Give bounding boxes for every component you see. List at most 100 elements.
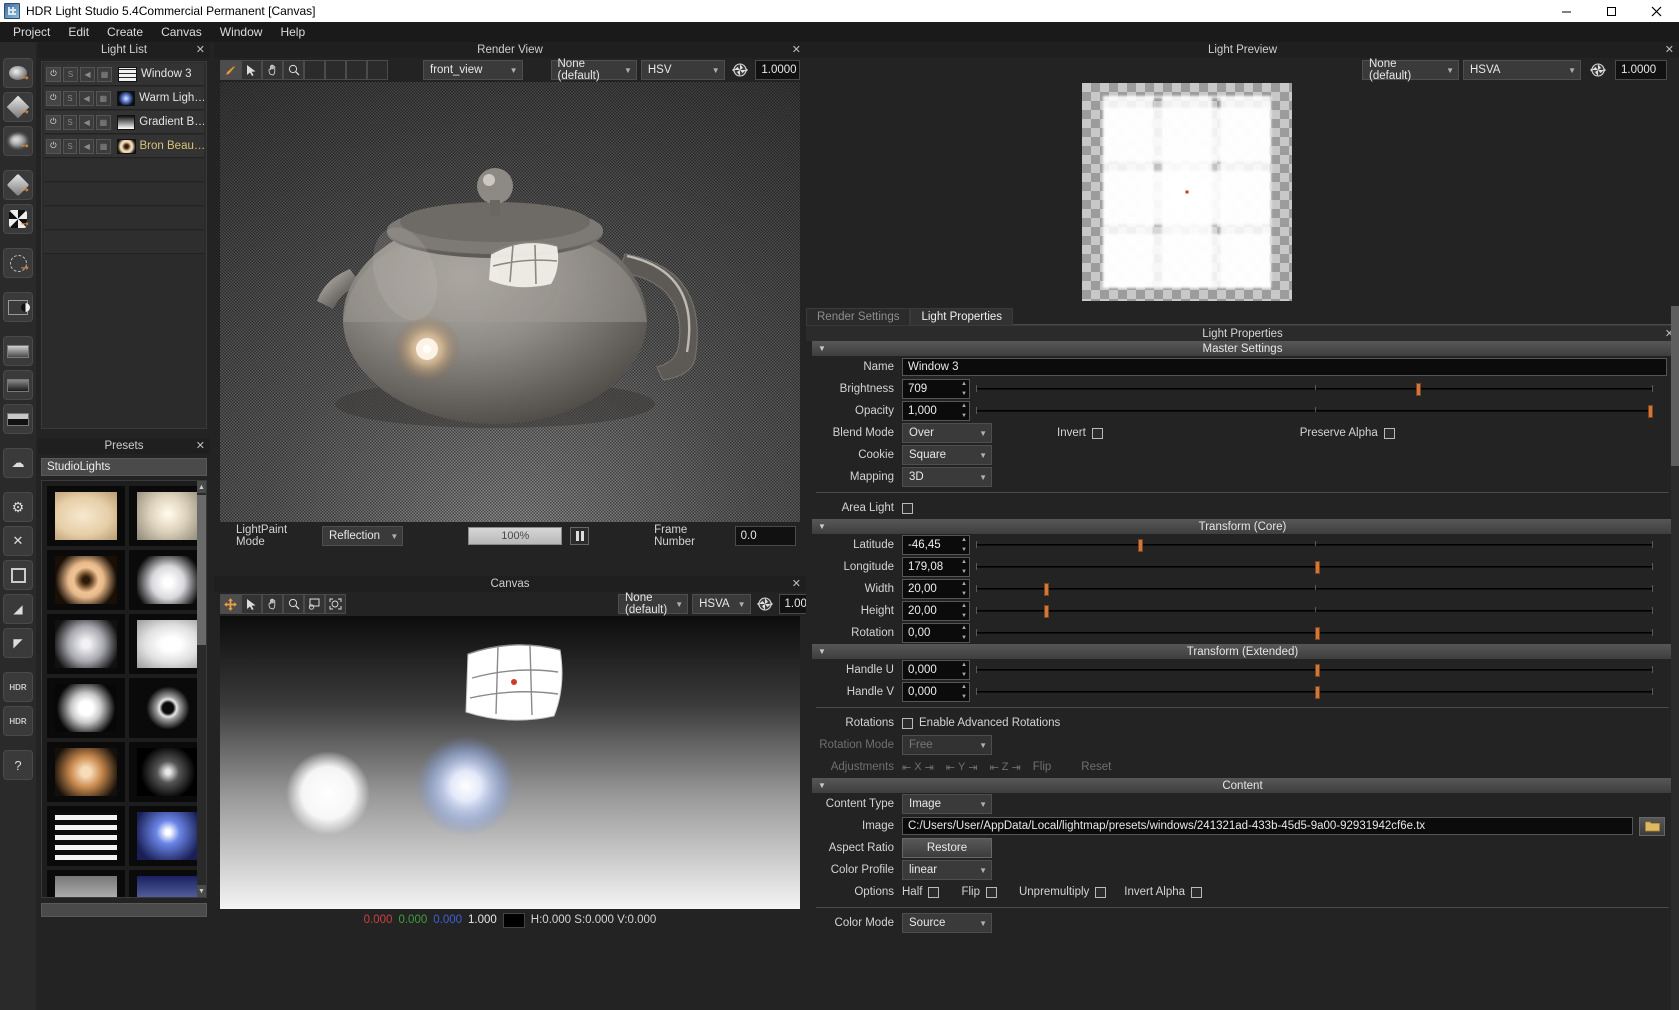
- longitude-slider[interactable]: [976, 557, 1653, 577]
- horizon-tool[interactable]: [3, 404, 33, 434]
- stepper-arrows-icon[interactable]: ▲ ▼: [961, 684, 967, 700]
- list-item[interactable]: ⏻ S ◀ ▦ Bron Beau…: [44, 135, 204, 158]
- properties-scrollbar[interactable]: [1671, 306, 1679, 1010]
- preset-item[interactable]: [129, 678, 206, 738]
- pan-hand-icon[interactable]: [262, 594, 283, 614]
- folder-icon[interactable]: [1639, 816, 1665, 836]
- width-stepper[interactable]: 20,00 ▲ ▼: [902, 579, 970, 599]
- close-icon[interactable]: ✕: [196, 438, 205, 454]
- handle-v-stepper[interactable]: 0,000 ▲ ▼: [902, 682, 970, 702]
- arrow-right-icon[interactable]: ⇥: [1012, 761, 1021, 774]
- blank-tool-3[interactable]: [346, 60, 367, 80]
- color-profile-select[interactable]: linear ▼: [902, 860, 992, 880]
- preset-item[interactable]: [47, 550, 125, 610]
- menu-canvas[interactable]: Canvas: [152, 23, 211, 41]
- light-multi-tool[interactable]: ➞: [3, 204, 33, 234]
- power-icon[interactable]: ⏻: [46, 138, 61, 154]
- list-item[interactable]: ⏻ S ◀ ▦ Gradient B…: [44, 111, 204, 134]
- lut-select[interactable]: None (default) ▼: [550, 58, 637, 82]
- presets-scrollbar[interactable]: ▲ ▼: [197, 481, 206, 897]
- unpremultiply-checkbox[interactable]: [1095, 886, 1107, 898]
- content-type-select[interactable]: Image ▼: [902, 794, 992, 814]
- arrow-right-icon[interactable]: ⇥: [925, 761, 934, 774]
- power-icon[interactable]: ⏻: [46, 66, 61, 82]
- select-arrow-icon[interactable]: [241, 60, 262, 80]
- cookie-select[interactable]: Square ▼: [902, 445, 992, 465]
- scroll-up-icon[interactable]: ▲: [197, 481, 206, 493]
- stepper-arrows-icon[interactable]: ▲ ▼: [961, 537, 967, 553]
- preset-collection-select[interactable]: StudioLights: [41, 458, 207, 476]
- opacity-stepper[interactable]: 1,000 ▲ ▼: [902, 401, 970, 421]
- menu-help[interactable]: Help: [271, 23, 314, 41]
- tab-render-settings[interactable]: Render Settings: [806, 308, 911, 325]
- hdri-environment-tool[interactable]: [3, 370, 33, 400]
- lock-icon[interactable]: ▦: [96, 114, 111, 130]
- close-tool[interactable]: ✕: [3, 526, 33, 556]
- list-item[interactable]: ⏻ S ◀ ▦ Window 3: [44, 63, 204, 86]
- arrow-left-icon[interactable]: ⇤: [946, 761, 955, 774]
- canvas-image[interactable]: [220, 616, 800, 909]
- rotation-slider[interactable]: [976, 623, 1653, 643]
- preset-item[interactable]: [129, 742, 206, 802]
- frame-number-field[interactable]: 0.0: [734, 526, 796, 546]
- preview-colorspace-select[interactable]: HSVA ▼: [1463, 60, 1581, 80]
- color-mode-select[interactable]: Source ▼: [902, 913, 992, 933]
- menu-project[interactable]: Project: [4, 23, 59, 41]
- section-master-settings[interactable]: ▼ Master Settings: [812, 341, 1673, 356]
- blank-tool-4[interactable]: [367, 60, 388, 80]
- list-item-empty[interactable]: [44, 207, 204, 230]
- lock-icon[interactable]: ▦: [95, 90, 111, 106]
- close-icon[interactable]: ✕: [196, 42, 205, 58]
- brightness-stepper[interactable]: 709 ▲ ▼: [902, 379, 970, 399]
- brightness-slider[interactable]: [976, 379, 1653, 399]
- light-blur-tool[interactable]: ➞: [3, 126, 33, 156]
- solo-icon[interactable]: S: [62, 138, 78, 154]
- height-slider[interactable]: [976, 601, 1653, 621]
- menu-edit[interactable]: Edit: [59, 23, 98, 41]
- collapse-triangle-icon[interactable]: ▼: [818, 344, 826, 353]
- flip-button[interactable]: Flip: [1033, 761, 1052, 773]
- colorspace-select[interactable]: HSV ▼: [640, 60, 725, 80]
- handle-v-slider[interactable]: [976, 682, 1653, 702]
- presets-footer-bar[interactable]: [41, 903, 207, 917]
- stepper-arrows-icon[interactable]: ▲ ▼: [961, 559, 967, 575]
- adjust-x-group[interactable]: ⇤ X ⇥: [902, 761, 934, 774]
- list-item-empty[interactable]: [44, 231, 204, 254]
- invert-checkbox[interactable]: [1091, 427, 1103, 439]
- half-checkbox[interactable]: [928, 886, 940, 898]
- canvas-colorspace-select[interactable]: HSVA ▼: [692, 594, 751, 614]
- invert-alpha-checkbox[interactable]: [1191, 886, 1203, 898]
- image-path-field[interactable]: C:/Users/User/AppData/Local/lightmap/pre…: [902, 817, 1633, 835]
- pan-hand-icon[interactable]: [262, 60, 283, 80]
- stepper-arrows-icon[interactable]: ▲ ▼: [961, 625, 967, 641]
- pause-icon[interactable]: [570, 527, 590, 545]
- preset-item[interactable]: [129, 486, 206, 546]
- frame-tool[interactable]: [3, 560, 33, 590]
- power-icon[interactable]: ⏻: [46, 114, 61, 130]
- mapping-select[interactable]: 3D ▼: [902, 467, 992, 487]
- select-icon[interactable]: ◀: [80, 66, 95, 82]
- picker-tool[interactable]: ◢: [3, 594, 33, 624]
- canvas-lut-select[interactable]: None (default) ▼: [618, 592, 689, 616]
- name-field[interactable]: Window 3: [902, 358, 1667, 376]
- section-transform-core[interactable]: ▼ Transform (Core): [812, 519, 1673, 534]
- menu-window[interactable]: Window: [211, 23, 272, 41]
- enable-advanced-rotations-checkbox[interactable]: [902, 717, 913, 729]
- adjust-z-group[interactable]: ⇤ Z ⇥: [990, 761, 1021, 774]
- help-tool[interactable]: ?: [3, 750, 33, 780]
- width-slider[interactable]: [976, 579, 1653, 599]
- list-item-empty[interactable]: [44, 159, 204, 182]
- stepper-arrows-icon[interactable]: ▲ ▼: [961, 581, 967, 597]
- light-sphere-tool[interactable]: ➞: [3, 58, 33, 88]
- section-content[interactable]: ▼ Content: [812, 778, 1673, 793]
- lightpaint-brush-icon[interactable]: [220, 60, 241, 80]
- select-icon[interactable]: ◀: [79, 138, 95, 154]
- close-icon[interactable]: ✕: [1665, 42, 1674, 58]
- close-button[interactable]: [1634, 0, 1679, 22]
- list-item[interactable]: ⏻ S ◀ ▦ Warm Ligh…: [44, 87, 204, 110]
- longitude-stepper[interactable]: 179,08 ▲ ▼: [902, 557, 970, 577]
- settings-tool[interactable]: ⚙: [3, 492, 33, 522]
- aperture-icon[interactable]: [729, 60, 752, 80]
- power-icon[interactable]: ⏻: [46, 90, 61, 106]
- stepper-arrows-icon[interactable]: ▲ ▼: [961, 603, 967, 619]
